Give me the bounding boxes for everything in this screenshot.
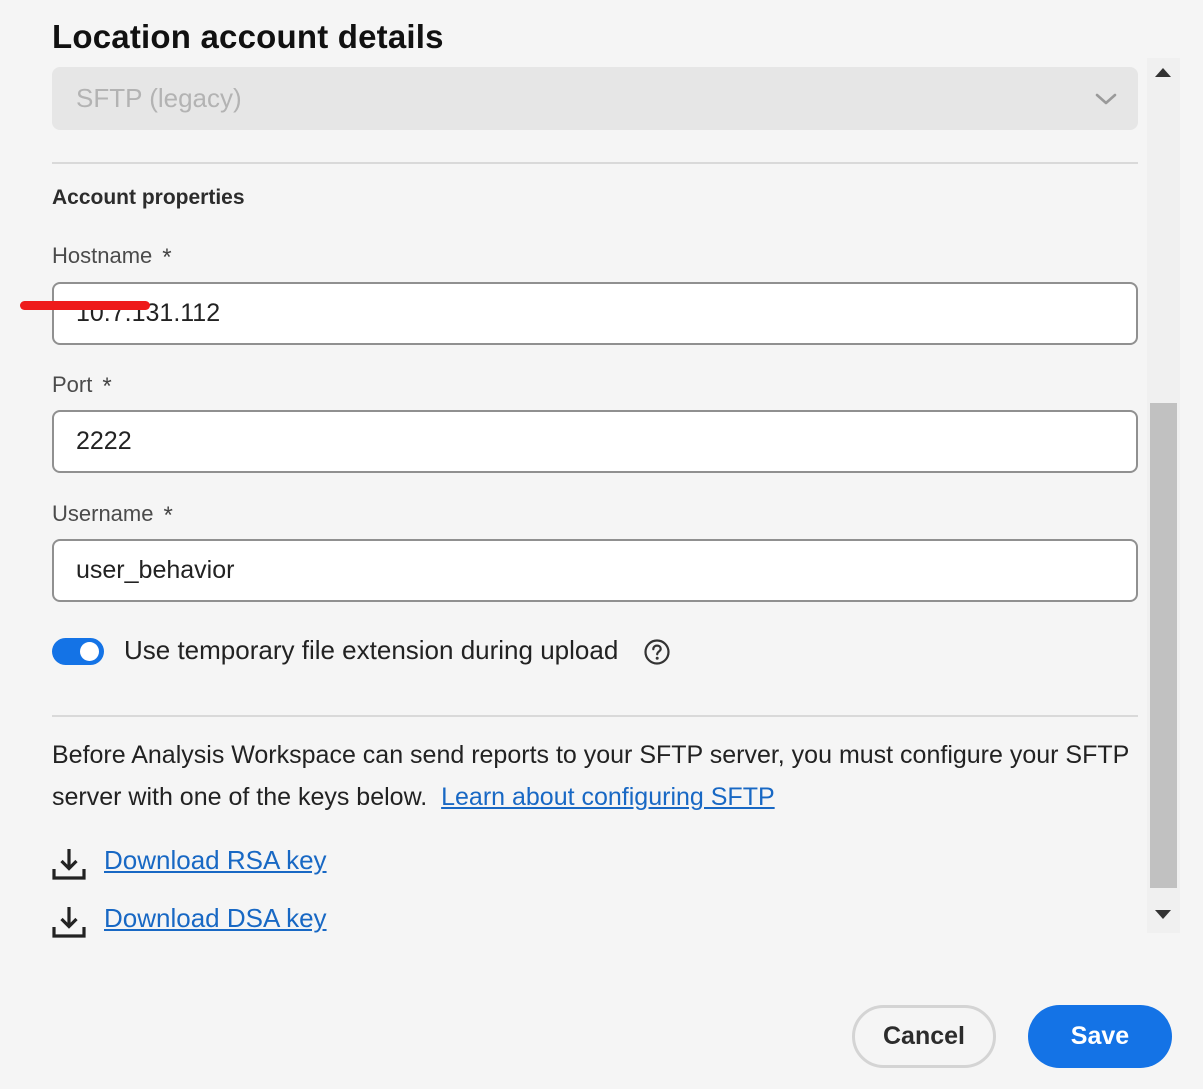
cancel-button[interactable]: Cancel: [852, 1005, 996, 1068]
divider: [52, 715, 1138, 717]
required-marker: *: [102, 373, 112, 400]
hostname-label: Hostname *: [52, 243, 172, 272]
account-properties-heading: Account properties: [52, 186, 245, 209]
help-icon[interactable]: [643, 638, 671, 666]
hostname-input[interactable]: [52, 282, 1138, 345]
sftp-info-text: Before Analysis Workspace can send repor…: [52, 734, 1142, 818]
username-label: Username *: [52, 501, 173, 530]
download-rsa-link[interactable]: Download RSA key: [104, 845, 327, 876]
required-marker: *: [162, 244, 172, 271]
chevron-down-icon: [1095, 93, 1117, 105]
port-label: Port *: [52, 372, 112, 401]
account-type-dropdown[interactable]: SFTP (legacy): [52, 67, 1138, 130]
learn-sftp-link[interactable]: Learn about configuring SFTP: [441, 783, 775, 811]
scrollbar[interactable]: [1147, 58, 1180, 933]
username-label-text: Username: [52, 501, 154, 526]
temp-extension-label: Use temporary file extension during uplo…: [124, 635, 619, 665]
required-marker: *: [163, 502, 173, 529]
scroll-up-arrow-icon[interactable]: [1155, 68, 1171, 77]
section-title: Location account details: [52, 18, 444, 55]
port-input[interactable]: [52, 410, 1138, 473]
temp-extension-toggle[interactable]: [52, 638, 104, 665]
save-button[interactable]: Save: [1028, 1005, 1172, 1068]
account-type-value: SFTP (legacy): [76, 83, 242, 113]
toggle-knob: [80, 642, 99, 661]
download-icon: [52, 849, 86, 880]
scroll-down-arrow-icon[interactable]: [1155, 910, 1171, 919]
username-input[interactable]: [52, 539, 1138, 602]
download-dsa-link[interactable]: Download DSA key: [104, 903, 327, 934]
hostname-label-text: Hostname: [52, 243, 153, 268]
divider: [52, 162, 1138, 164]
port-label-text: Port: [52, 372, 93, 397]
download-icon: [52, 907, 86, 938]
scroll-thumb[interactable]: [1150, 403, 1177, 888]
redaction-mark: [20, 301, 150, 310]
